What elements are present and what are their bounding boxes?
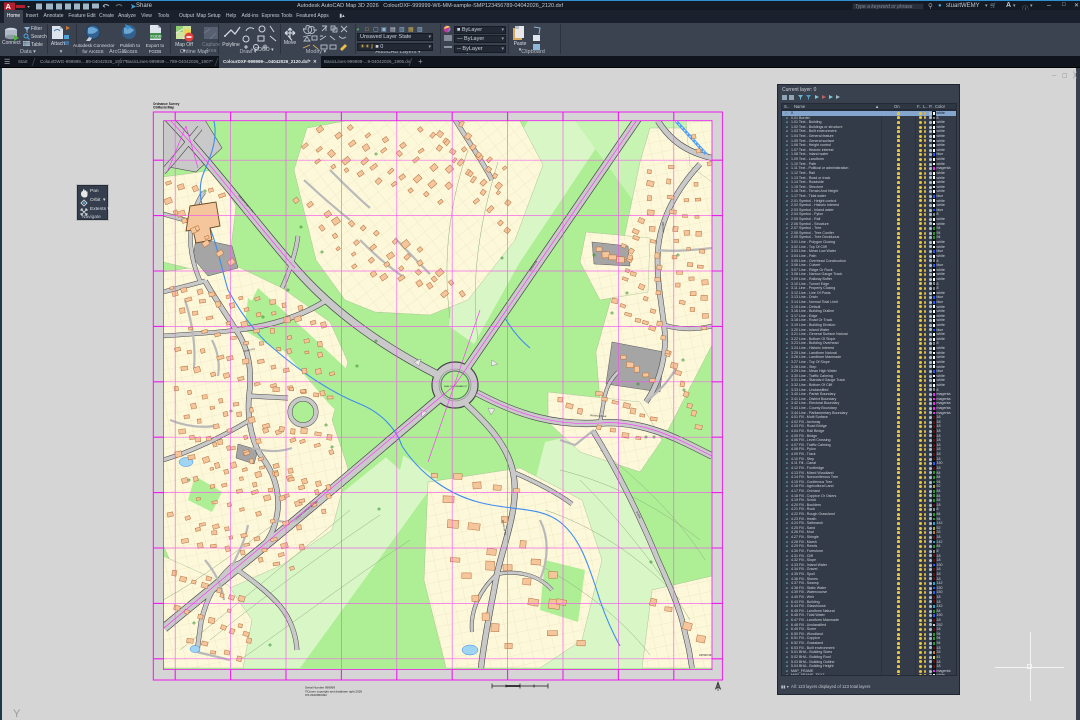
svg-text:OS 0100060493: OS 0100060493 xyxy=(305,693,327,697)
svg-text:OSMasterMap: OSMasterMap xyxy=(153,106,174,110)
svg-text:FGDB: FGDB xyxy=(151,34,162,39)
svg-text:437000 99: 437000 99 xyxy=(699,653,712,657)
svg-text:SHELL ROUNDABOUT: SHELL ROUNDABOUT xyxy=(444,385,468,388)
